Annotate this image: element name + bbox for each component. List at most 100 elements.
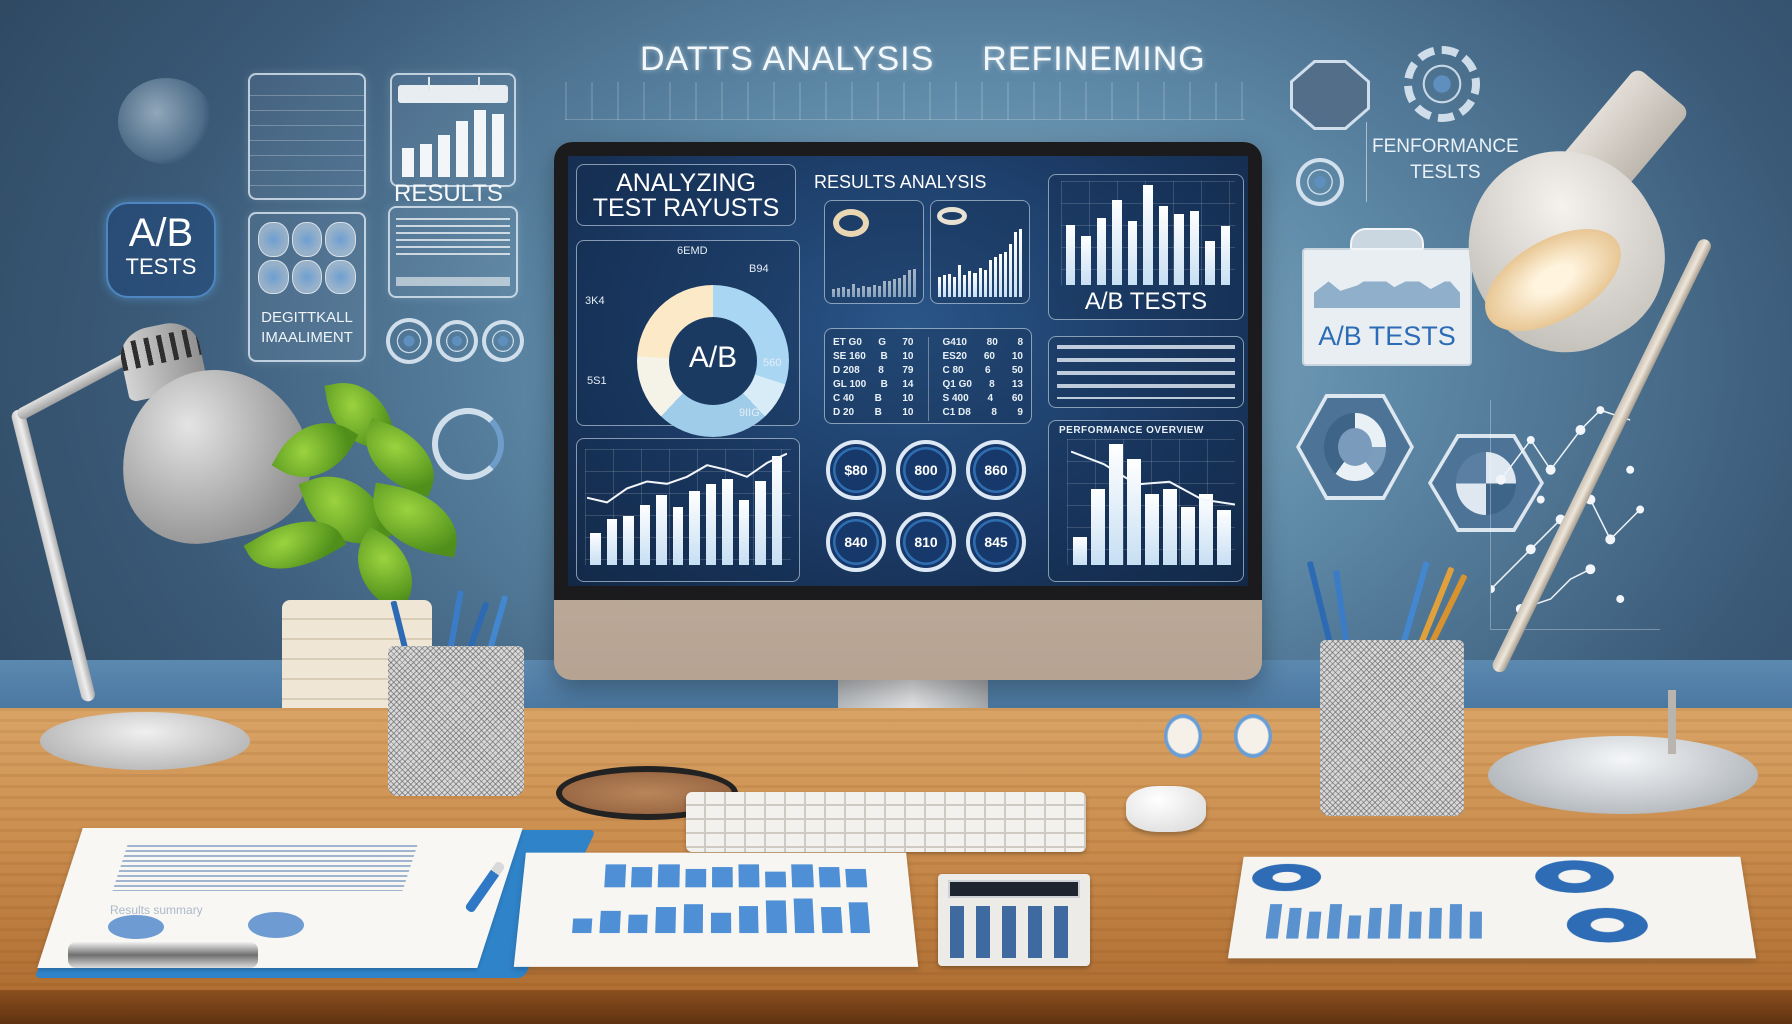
table-cell: ET G0 xyxy=(833,337,862,348)
bar xyxy=(438,134,450,177)
table-cell: 10 xyxy=(902,351,914,362)
ab-tests-chart-panel: A/B TESTS xyxy=(1048,174,1244,320)
list-row xyxy=(250,126,364,141)
bar xyxy=(474,110,486,177)
bar xyxy=(832,288,836,297)
kpi-gauge: 860 xyxy=(966,440,1026,500)
report-chart-blob xyxy=(248,912,304,938)
table-row: S 400 4 60 xyxy=(943,393,1024,407)
header-panel: ANALYZING TEST RAYUSTS xyxy=(576,164,796,226)
circle-icon xyxy=(325,222,356,257)
bar xyxy=(845,869,868,888)
bar xyxy=(1019,229,1023,297)
bar xyxy=(988,259,992,297)
calculator-keys xyxy=(950,906,1078,958)
summary-text-panel xyxy=(1048,336,1244,408)
bar xyxy=(857,288,861,297)
table-cell: Q1 G0 xyxy=(942,379,972,390)
mini-bar-chart xyxy=(831,267,917,297)
bar xyxy=(738,864,760,888)
bar xyxy=(1066,224,1076,285)
bar xyxy=(948,273,952,297)
table-cell: 10 xyxy=(902,393,914,404)
bar xyxy=(852,283,856,297)
circle-icon xyxy=(291,222,323,257)
bar xyxy=(993,257,997,297)
bar xyxy=(711,912,731,934)
donut-chart-printout xyxy=(1227,856,1757,959)
bar xyxy=(953,276,957,297)
report-caption: Results summary xyxy=(110,903,203,917)
table-row: ET G0 G 70 xyxy=(833,337,914,351)
swirl-icon xyxy=(937,207,967,225)
bar xyxy=(402,148,414,177)
pillar-icon xyxy=(1296,158,1344,206)
clipboard-clip xyxy=(68,942,258,968)
trend-line-path xyxy=(1071,450,1235,506)
results-analysis-title: RESULTS ANALYSIS xyxy=(814,172,987,192)
bar xyxy=(1286,907,1302,939)
bar xyxy=(821,907,843,934)
bar xyxy=(1367,907,1382,939)
headline-part-2: REFINEMING xyxy=(982,40,1206,78)
sketch-strip xyxy=(565,82,1245,120)
bar xyxy=(847,288,851,297)
bar xyxy=(599,911,621,934)
kpi-gauge: $80 xyxy=(826,440,886,500)
printout-bars xyxy=(1262,900,1486,939)
bar xyxy=(998,253,1002,297)
bar xyxy=(968,271,972,297)
trend-line xyxy=(587,452,787,504)
table-row: C1 D8 8 9 xyxy=(943,407,1024,421)
circle-icon xyxy=(291,259,323,294)
bar xyxy=(1081,236,1091,285)
list-row xyxy=(250,141,364,156)
badge-line-2: TESTS xyxy=(125,254,197,279)
dashboard-title: ANALYZING TEST RAYUSTS xyxy=(577,171,795,221)
table-cell: GL 100 xyxy=(833,379,867,390)
glass-orb-icon xyxy=(118,78,214,164)
performance-chart-title: PERFORMANCE OVERVIEW xyxy=(1059,425,1204,436)
bar xyxy=(683,903,704,934)
ab-tests-clipboard: A/B TESTS xyxy=(1302,228,1472,366)
bar xyxy=(492,114,504,177)
bar xyxy=(1220,225,1230,285)
printout-bars-top xyxy=(601,862,870,888)
bar xyxy=(765,871,787,888)
calculator-display xyxy=(948,880,1080,898)
bar xyxy=(572,918,593,934)
donut-tick: 6EMD xyxy=(677,245,708,257)
bar xyxy=(711,866,733,888)
bar xyxy=(818,866,841,888)
bar xyxy=(837,288,841,297)
bar xyxy=(738,905,759,934)
table-cell: ES20 xyxy=(942,351,967,362)
table-cell: C 40 xyxy=(833,393,855,404)
bar xyxy=(1127,220,1138,285)
calendar-bar-chart xyxy=(402,109,504,177)
table-row: C 80 6 50 xyxy=(943,365,1024,379)
table-cell: 70 xyxy=(902,337,914,348)
dashboard-screen: ANALYZING TEST RAYUSTS RESULTS ANALYSIS … xyxy=(568,156,1248,586)
title-line-1: ANALYZING xyxy=(616,169,756,197)
metrics-table: ET G0 G 70 SE 160 B 10 D 208 8 79 GL 100 B 14 C 40 B 1… xyxy=(824,328,1032,424)
kpi-gauge: 800 xyxy=(896,440,956,500)
table-cell: SE 160 xyxy=(833,351,866,362)
donut-center-label: A/B xyxy=(688,341,738,374)
bar xyxy=(765,900,787,934)
label-line-1: FENFORMANCE xyxy=(1372,136,1519,157)
list-row xyxy=(250,81,364,96)
table-cell: 10 xyxy=(1011,351,1023,362)
bar xyxy=(1143,185,1153,285)
right-lamp-post xyxy=(1668,690,1676,754)
table-cell: 6 xyxy=(984,365,991,376)
bar xyxy=(862,286,866,297)
table-cell: D 208 xyxy=(833,365,860,376)
bar xyxy=(655,907,676,934)
spiral-ring-icon xyxy=(436,320,478,362)
bar xyxy=(1013,232,1017,297)
compass-badge-icon xyxy=(1290,60,1370,130)
bar xyxy=(1326,904,1343,939)
calendar-ring-icon xyxy=(428,77,430,91)
wall-headline: DATTS ANALYSIS REFINEMING xyxy=(640,40,1206,79)
